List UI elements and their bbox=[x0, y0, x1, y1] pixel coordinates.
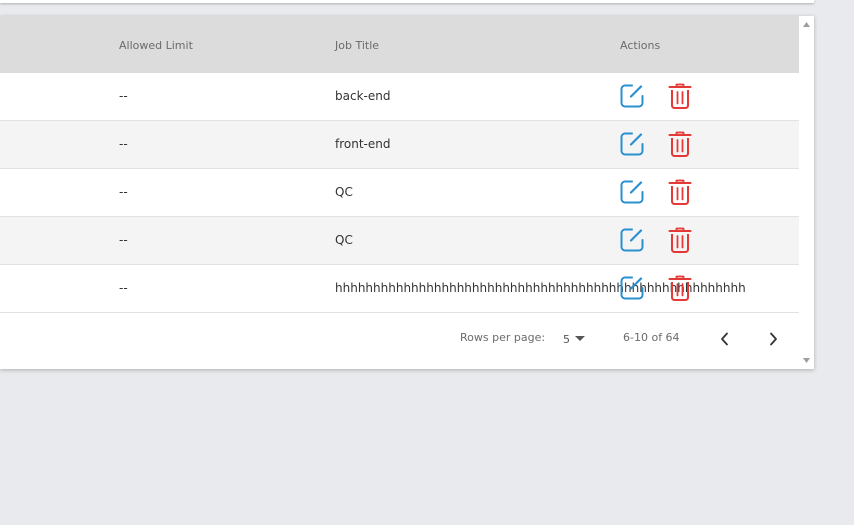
job-title-cell: back-end bbox=[335, 89, 391, 103]
trash-icon bbox=[668, 83, 692, 109]
edit-icon bbox=[620, 276, 644, 300]
table-row: -- hhhhhhhhhhhhhhhhhhhhhhhhhhhhhhhhhhhhhh… bbox=[0, 265, 799, 313]
edit-button[interactable] bbox=[619, 226, 645, 254]
table-pagination: Rows per page: 5 6-10 of 64 bbox=[0, 313, 799, 369]
table-row: -- QC bbox=[0, 217, 799, 265]
column-header-allowed-limit[interactable]: Allowed Limit bbox=[119, 39, 193, 52]
allowed-limit-cell: -- bbox=[119, 281, 128, 295]
next-page-button[interactable] bbox=[761, 327, 785, 351]
vertical-scrollbar[interactable] bbox=[799, 16, 814, 369]
trash-icon bbox=[668, 179, 692, 205]
table-header: Allowed Limit Job Title Actions bbox=[0, 16, 799, 73]
previous-card-edge bbox=[0, 0, 814, 3]
edit-icon bbox=[620, 228, 644, 252]
edit-button[interactable] bbox=[619, 130, 645, 158]
edit-icon bbox=[620, 180, 644, 204]
scroll-down-arrow[interactable] bbox=[802, 356, 811, 365]
delete-button[interactable] bbox=[667, 178, 693, 206]
triangle-up-icon bbox=[803, 22, 810, 27]
column-header-job-title[interactable]: Job Title bbox=[335, 39, 379, 52]
caret-down-icon bbox=[575, 336, 585, 341]
allowed-limit-cell: -- bbox=[119, 89, 128, 103]
rows-per-page-label: Rows per page: bbox=[460, 331, 546, 344]
edit-button[interactable] bbox=[619, 274, 645, 302]
previous-page-button[interactable] bbox=[713, 327, 737, 351]
rows-per-page-value: 5 bbox=[563, 332, 570, 346]
trash-icon bbox=[668, 275, 692, 301]
delete-button[interactable] bbox=[667, 226, 693, 254]
job-title-cell: QC bbox=[335, 233, 353, 247]
allowed-limit-cell: -- bbox=[119, 233, 128, 247]
column-header-actions: Actions bbox=[620, 39, 661, 52]
delete-button[interactable] bbox=[667, 82, 693, 110]
delete-button[interactable] bbox=[667, 130, 693, 158]
chevron-right-icon bbox=[770, 332, 777, 346]
edit-icon bbox=[620, 132, 644, 156]
pagination-range: 6-10 of 64 bbox=[623, 331, 680, 344]
table-row: -- front-end bbox=[0, 121, 799, 169]
delete-button[interactable] bbox=[667, 274, 693, 302]
job-title-cell: front-end bbox=[335, 137, 391, 151]
trash-icon bbox=[668, 227, 692, 253]
job-title-cell: QC bbox=[335, 185, 353, 199]
scroll-up-arrow[interactable] bbox=[802, 20, 811, 29]
table-row: -- back-end bbox=[0, 73, 799, 121]
triangle-down-icon bbox=[803, 358, 810, 363]
chevron-left-icon bbox=[721, 332, 728, 346]
rows-per-page-select[interactable]: 5 bbox=[563, 329, 589, 349]
table-row: -- QC bbox=[0, 169, 799, 217]
trash-icon bbox=[668, 131, 692, 157]
edit-button[interactable] bbox=[619, 178, 645, 206]
allowed-limit-cell: -- bbox=[119, 185, 128, 199]
data-table: Allowed Limit Job Title Actions -- back-e… bbox=[0, 16, 799, 369]
edit-button[interactable] bbox=[619, 82, 645, 110]
data-table-card: Allowed Limit Job Title Actions -- back-e… bbox=[0, 16, 814, 369]
allowed-limit-cell: -- bbox=[119, 137, 128, 151]
edit-icon bbox=[620, 84, 644, 108]
